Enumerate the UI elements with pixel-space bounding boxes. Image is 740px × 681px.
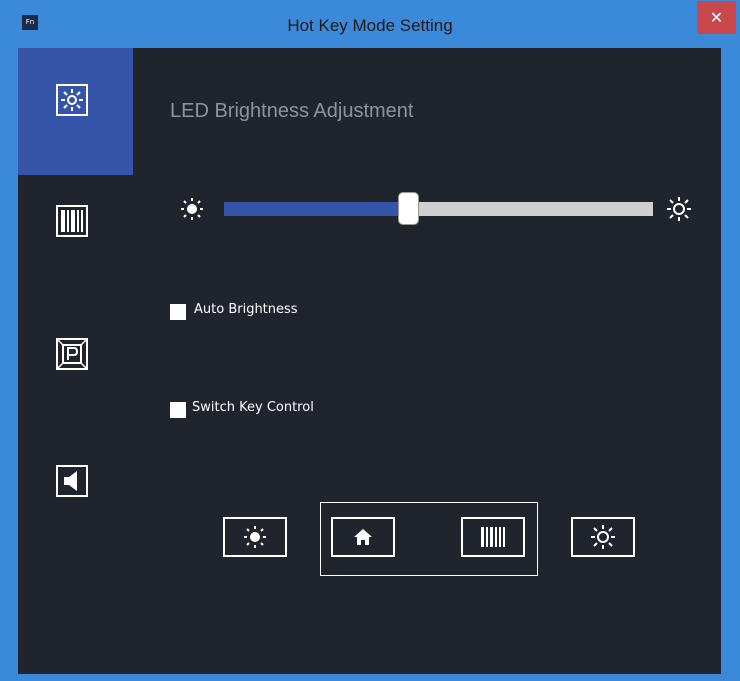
sun-filled-icon	[244, 526, 266, 548]
hotkey-window: Fn Hot Key Mode Setting ✕ LED Brightness…	[0, 0, 740, 681]
brightness-down-key[interactable]	[223, 517, 287, 557]
close-button[interactable]: ✕	[697, 1, 736, 34]
switch-key-control-checkbox[interactable]	[170, 402, 186, 418]
barcode-icon	[56, 205, 88, 237]
sidebar-item-parking[interactable]	[18, 302, 133, 429]
auto-brightness-label: Auto Brightness	[194, 302, 298, 317]
barcode-key[interactable]	[461, 517, 525, 557]
client-area: LED Brightness Adjustment Auto Brightnes…	[18, 48, 721, 674]
sun-large-icon	[667, 197, 691, 221]
home-icon	[354, 529, 372, 545]
sun-small-icon	[181, 198, 203, 220]
home-key[interactable]	[331, 517, 395, 557]
title-bar: Fn Hot Key Mode Setting ✕	[0, 0, 740, 48]
sidebar	[18, 48, 133, 674]
auto-brightness-checkbox[interactable]	[170, 304, 186, 320]
speaker-icon	[56, 465, 88, 497]
slider-thumb[interactable]	[397, 192, 419, 225]
brightness-slider[interactable]	[224, 202, 653, 216]
barcode-key-icon	[481, 527, 505, 547]
brightness-up-key[interactable]	[571, 517, 635, 557]
sun-outline-icon	[591, 525, 615, 549]
page-heading: LED Brightness Adjustment	[170, 100, 414, 122]
sidebar-item-sound[interactable]	[18, 429, 133, 556]
parking-icon	[56, 338, 88, 370]
window-title: Hot Key Mode Setting	[287, 16, 453, 35]
sidebar-item-barcode[interactable]	[18, 175, 133, 302]
sidebar-item-brightness[interactable]	[18, 48, 133, 175]
slider-fill	[224, 202, 409, 216]
brightness-icon	[56, 84, 88, 116]
switch-key-control-label: Switch Key Control	[192, 400, 314, 415]
